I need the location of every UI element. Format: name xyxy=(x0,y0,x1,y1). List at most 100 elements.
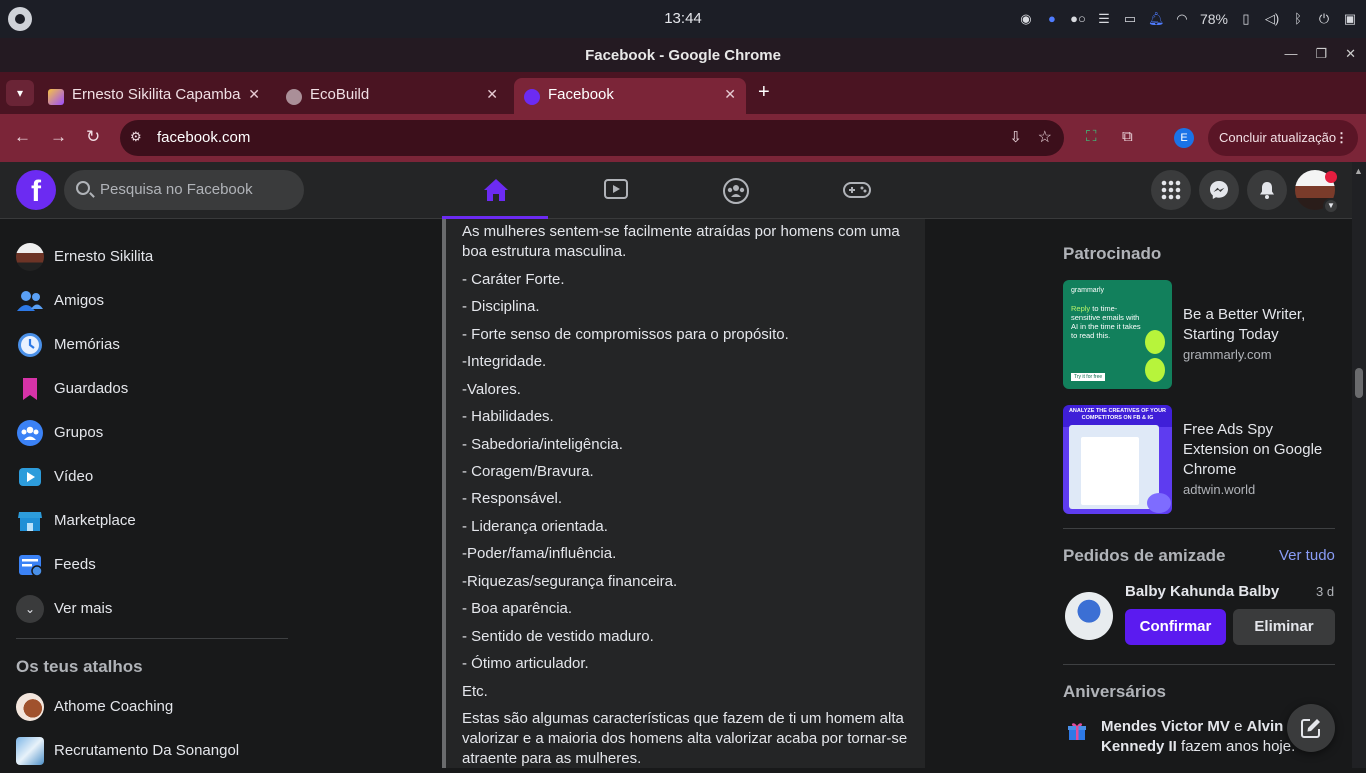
minimize-button[interactable]: — xyxy=(1284,46,1297,62)
menu-grid-button[interactable] xyxy=(1151,170,1191,210)
sidebar-item-memories[interactable]: Memórias xyxy=(8,323,418,367)
groups-icon xyxy=(17,420,43,446)
ad-title[interactable]: Free Ads Spy Extension on Google Chrome xyxy=(1183,420,1333,480)
tab-facebook[interactable]: Facebook ✕ xyxy=(514,78,746,114)
back-icon[interactable]: ← xyxy=(14,127,31,147)
bell-icon[interactable]: 🔔︎ xyxy=(1148,11,1165,27)
address-bar[interactable]: ⚙ facebook.com ⇩ ☆ xyxy=(120,120,1064,156)
search-icon xyxy=(76,181,90,195)
tab-gaming[interactable] xyxy=(802,162,908,218)
close-tab-icon[interactable]: ✕ xyxy=(486,86,498,103)
tab-home[interactable] xyxy=(442,162,548,219)
sidebar-icon[interactable]: ▣ xyxy=(1342,11,1358,27)
new-message-button[interactable] xyxy=(1287,704,1335,752)
window-title: Facebook - Google Chrome xyxy=(585,47,781,64)
notification-dot xyxy=(1325,171,1337,183)
scrollbar-thumb[interactable] xyxy=(1355,368,1363,398)
tab-label: EcoBuild xyxy=(310,86,370,103)
post-text-line: -Riquezas/segurança financeira. xyxy=(462,573,678,590)
scroll-up-icon[interactable]: ▲ xyxy=(1354,166,1363,176)
sidebar-item-saved[interactable]: Guardados xyxy=(8,367,418,411)
sponsored-ad[interactable]: ANALYZE THE CREATIVES OF YOUR COMPETITOR… xyxy=(1063,405,1335,515)
shortcut-item[interactable]: Recrutamento Da Sonangol xyxy=(8,729,418,773)
sponsored-heading: Patrocinado xyxy=(1063,244,1162,263)
friend-request-name[interactable]: Balby Kahunda Balby xyxy=(1125,583,1279,600)
post-text-line: - Responsável. xyxy=(462,490,563,507)
facebook-logo[interactable]: f xyxy=(16,170,56,210)
shortcut-label: Recrutamento Da Sonangol xyxy=(54,742,240,759)
post-text-line: - Sabedoria/inteligência. xyxy=(462,436,623,453)
post-text-line: - Liderança orientada. xyxy=(462,518,608,535)
bluetooth-icon[interactable]: ᛒ xyxy=(1290,11,1306,27)
tab-favicon-icon xyxy=(48,89,64,105)
confirm-button[interactable]: Confirmar xyxy=(1125,609,1226,645)
forward-icon[interactable]: → xyxy=(50,127,67,147)
update-label: Concluir atualização xyxy=(1219,130,1337,145)
sidebar-item-marketplace[interactable]: Marketplace xyxy=(8,499,418,543)
chevron-down-icon[interactable]: ▼ xyxy=(1323,198,1339,214)
close-tab-icon[interactable]: ✕ xyxy=(724,86,736,103)
post-text-line: - Ótimo articulador. xyxy=(462,655,589,672)
facebook-search[interactable]: Pesquisa no Facebook xyxy=(64,170,304,210)
alert-icon[interactable]: ● xyxy=(1044,11,1060,27)
page-scrollbar[interactable]: ▲ xyxy=(1352,162,1366,768)
reload-icon[interactable]: ↻ xyxy=(86,127,100,147)
see-all-link[interactable]: Ver tudo xyxy=(1279,547,1335,564)
shortcut-label: Athome Coaching xyxy=(54,698,174,715)
ad-title[interactable]: Be a Better Writer, Starting Today xyxy=(1183,305,1333,345)
sidebar-divider xyxy=(16,638,288,639)
tab-groups[interactable] xyxy=(682,162,788,218)
sidebar-item-groups[interactable]: Grupos xyxy=(8,411,418,455)
volume-icon[interactable]: ◁) xyxy=(1264,11,1280,27)
sidebar-item-video[interactable]: Vídeo xyxy=(8,455,418,499)
bookmark-star-icon[interactable]: ☆ xyxy=(1038,127,1052,147)
extensions-icon[interactable]: ⧉ xyxy=(1122,128,1133,145)
new-tab-button[interactable]: + xyxy=(758,81,770,104)
tab-ecobuild[interactable]: EcoBuild ✕ xyxy=(276,78,508,114)
post-text-line: - Forte senso de compromissos para o pro… xyxy=(462,326,789,343)
close-window-button[interactable]: ✕ xyxy=(1345,46,1356,62)
compose-icon xyxy=(1301,719,1320,738)
sponsored-ad[interactable]: grammarly Reply to time-sensitive emails… xyxy=(1063,280,1335,390)
restore-button[interactable]: ❐ xyxy=(1315,46,1327,62)
tab-search-button[interactable]: ▾ xyxy=(6,80,34,106)
see-more-button[interactable]: ⌄ Ver mais xyxy=(8,587,418,631)
notifications-button[interactable] xyxy=(1247,170,1287,210)
power-icon[interactable]: ⏻ xyxy=(1316,11,1332,27)
friend-request-avatar[interactable] xyxy=(1065,592,1113,640)
close-tab-icon[interactable]: ✕ xyxy=(248,86,260,103)
birthday-name-1[interactable]: Mendes Victor MV xyxy=(1101,718,1230,735)
globe-icon xyxy=(286,89,302,105)
post-text-line: -Integridade. xyxy=(462,353,547,370)
gift-icon xyxy=(1068,723,1086,740)
menu-icon[interactable]: ☰ xyxy=(1096,11,1112,27)
tab-video[interactable] xyxy=(562,162,668,218)
chrome-menu-icon[interactable]: ⋮ xyxy=(1335,120,1348,156)
shortcut-item[interactable]: Athome Coaching xyxy=(8,685,418,729)
wifi-icon[interactable]: ◠ xyxy=(1174,11,1190,27)
search-input[interactable]: Pesquisa no Facebook xyxy=(100,181,253,198)
folder-icon[interactable]: ▭ xyxy=(1122,11,1138,27)
site-settings-icon[interactable]: ⚙ xyxy=(130,129,148,147)
delete-button[interactable]: Eliminar xyxy=(1233,609,1335,645)
update-button[interactable]: Concluir atualização ⋮ xyxy=(1208,120,1358,156)
url-text[interactable]: facebook.com xyxy=(157,129,250,146)
battery-icon[interactable]: ▯ xyxy=(1238,11,1254,27)
sidebar-item-label: Grupos xyxy=(54,424,104,441)
sidebar-item-feeds[interactable]: Feeds xyxy=(8,543,418,587)
tab-ernesto[interactable]: Ernesto Sikilita Capamba ✕ xyxy=(38,78,270,114)
sidebar-item-friends[interactable]: Amigos xyxy=(8,279,418,323)
messenger-button[interactable] xyxy=(1199,170,1239,210)
screenshot-extension-icon[interactable]: ⛶ xyxy=(1086,128,1097,145)
shortcuts-heading: Os teus atalhos xyxy=(16,657,143,676)
profile-avatar[interactable]: E xyxy=(1174,128,1194,148)
messenger-icon xyxy=(1210,181,1228,199)
sidebar-item-profile[interactable]: Ernesto Sikilita xyxy=(8,235,418,279)
sidebar-item-label: Feeds xyxy=(54,556,96,573)
right-sidebar: Patrocinado grammarly Reply to time-sens… xyxy=(1047,219,1352,768)
toggle-icon[interactable]: ●○ xyxy=(1070,11,1086,27)
post-card: As mulheres sentem-se facilmente atraída… xyxy=(442,219,925,768)
install-app-icon[interactable]: ⇩ xyxy=(1009,128,1022,146)
screen-record-icon[interactable]: ◉ xyxy=(1018,11,1034,27)
account-avatar[interactable]: ▼ xyxy=(1295,170,1339,214)
